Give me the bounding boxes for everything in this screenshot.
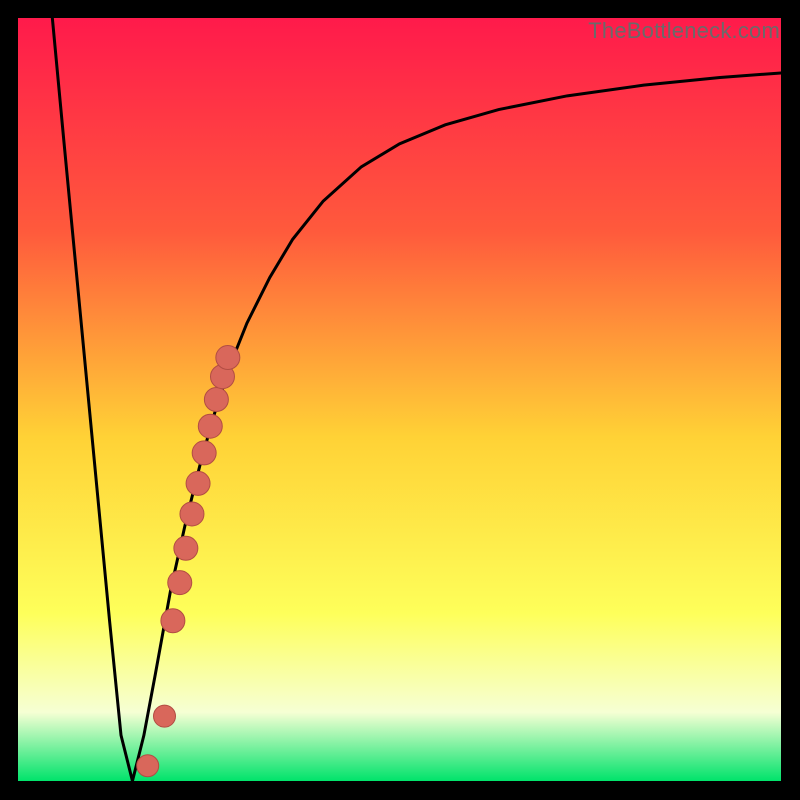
marker-dot — [168, 571, 192, 595]
marker-dot — [161, 609, 185, 633]
marker-dot — [137, 755, 159, 777]
gradient-background — [18, 18, 781, 781]
chart-canvas — [18, 18, 781, 781]
watermark-text: TheBottleneck.com — [588, 18, 780, 44]
marker-dot — [154, 705, 176, 727]
marker-dot — [216, 346, 240, 370]
outer-frame: TheBottleneck.com — [0, 0, 800, 800]
marker-dot — [198, 414, 222, 438]
marker-dot — [174, 536, 198, 560]
marker-dot — [204, 388, 228, 412]
marker-dot — [180, 502, 204, 526]
marker-dot — [186, 471, 210, 495]
plot-area — [18, 18, 781, 781]
marker-dot — [192, 441, 216, 465]
